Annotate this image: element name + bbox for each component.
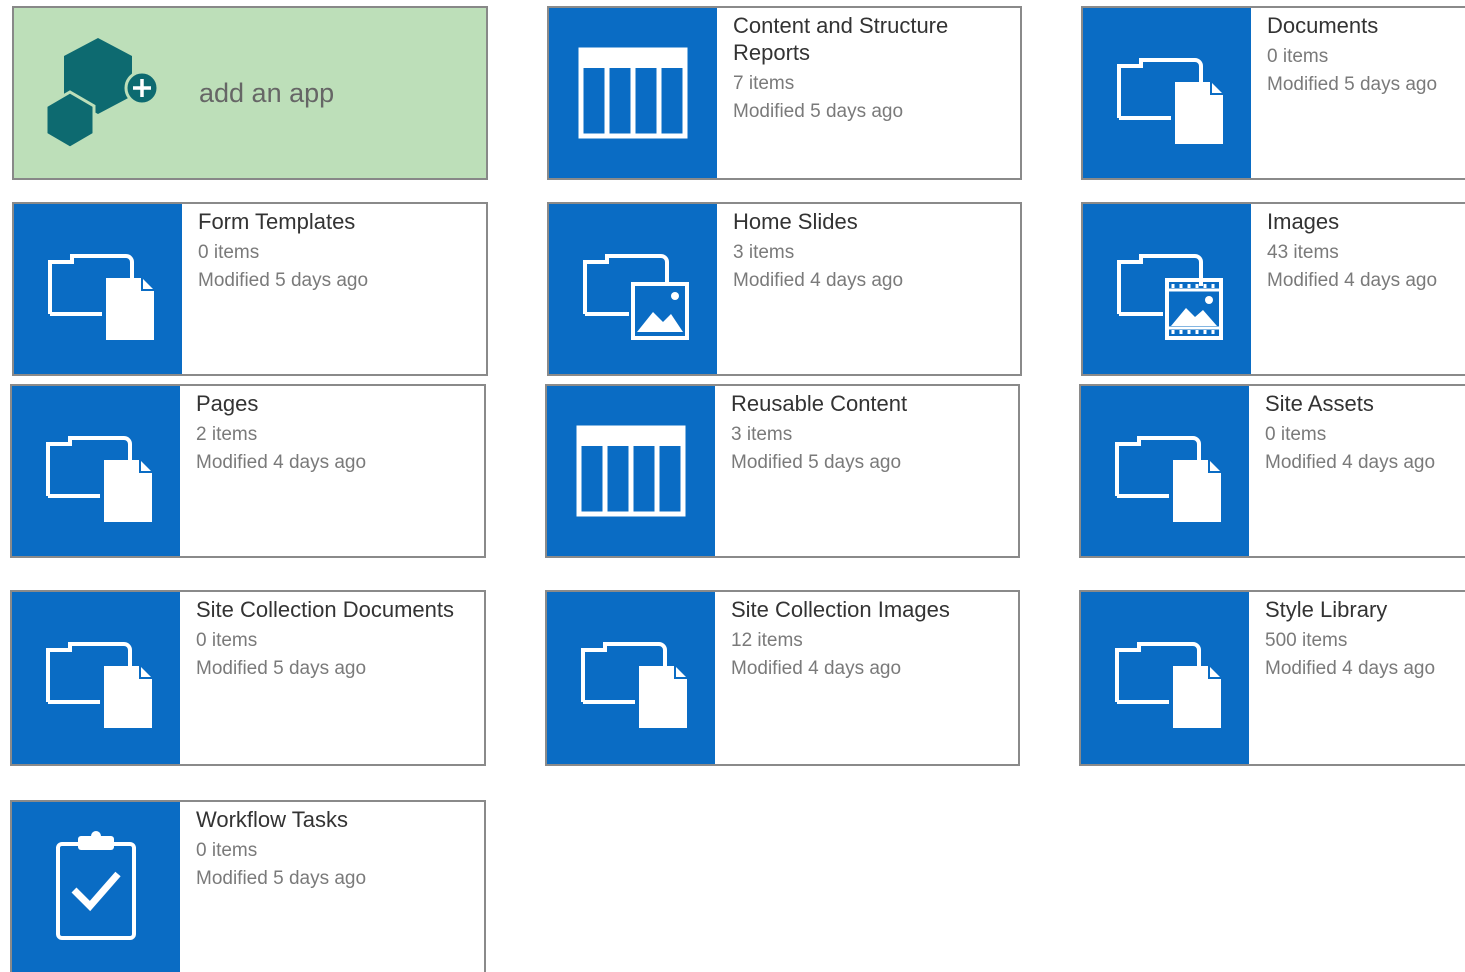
item-count: 43 items xyxy=(1267,242,1339,263)
task-list-icon xyxy=(12,802,180,970)
app-title[interactable]: Form Templates xyxy=(198,208,478,235)
document-library-icon xyxy=(14,204,182,372)
item-count: 0 items xyxy=(1265,424,1327,445)
item-count: 0 items xyxy=(198,242,260,263)
add-app-icon xyxy=(44,38,160,150)
app-title[interactable]: Home Slides xyxy=(733,208,1012,235)
item-count: 0 items xyxy=(1267,46,1329,67)
document-library-icon xyxy=(12,386,180,554)
item-count: 3 items xyxy=(731,424,793,445)
item-count: 12 items xyxy=(731,630,803,651)
app-title[interactable]: Site Collection Images xyxy=(731,596,1010,623)
app-tile-workflow-tasks[interactable]: Workflow Tasks 0 items Modified 5 days a… xyxy=(10,800,486,972)
app-tile-content-and-structure-reports[interactable]: Content and Structure Reports 7 items Mo… xyxy=(547,6,1022,180)
item-count: 2 items xyxy=(196,424,258,445)
modified-date: Modified 4 days ago xyxy=(1265,452,1436,473)
document-library-icon xyxy=(1081,592,1249,760)
app-tile-form-templates[interactable]: Form Templates 0 items Modified 5 days a… xyxy=(12,202,488,376)
app-tile-site-assets[interactable]: Site Assets 0 items Modified 4 days ago xyxy=(1079,384,1465,558)
app-title[interactable]: Site Collection Documents xyxy=(196,596,476,623)
list-icon xyxy=(549,8,717,176)
app-tile-site-collection-images[interactable]: Site Collection Images 12 items Modified… xyxy=(545,590,1020,766)
asset-library-icon xyxy=(1083,204,1251,372)
modified-date: Modified 4 days ago xyxy=(1267,270,1438,291)
add-app-label: add an app xyxy=(199,78,335,108)
app-tile-site-collection-documents[interactable]: Site Collection Documents 0 items Modifi… xyxy=(10,590,486,766)
list-icon xyxy=(547,386,715,554)
document-library-icon xyxy=(12,592,180,760)
item-count: 0 items xyxy=(196,840,258,861)
modified-date: Modified 5 days ago xyxy=(196,868,367,889)
app-title[interactable]: Pages xyxy=(196,390,476,417)
app-title[interactable]: Content and Structure Reports xyxy=(733,12,1012,66)
document-library-icon xyxy=(1081,386,1249,554)
app-tile-home-slides[interactable]: Home Slides 3 items Modified 4 days ago xyxy=(547,202,1022,376)
modified-date: Modified 5 days ago xyxy=(731,452,902,473)
item-count: 3 items xyxy=(733,242,795,263)
app-tile-style-library[interactable]: Style Library 500 items Modified 4 days … xyxy=(1079,590,1465,766)
item-count: 500 items xyxy=(1265,630,1348,651)
app-tile-images[interactable]: Images 43 items Modified 4 days ago xyxy=(1081,202,1465,376)
item-count: 0 items xyxy=(196,630,258,651)
item-count: 7 items xyxy=(733,73,795,94)
modified-date: Modified 5 days ago xyxy=(196,658,367,679)
modified-date: Modified 4 days ago xyxy=(731,658,902,679)
document-library-icon xyxy=(547,592,715,760)
modified-date: Modified 4 days ago xyxy=(1265,658,1436,679)
modified-date: Modified 5 days ago xyxy=(1267,74,1438,95)
picture-library-icon xyxy=(549,204,717,372)
app-title[interactable]: Reusable Content xyxy=(731,390,1010,417)
modified-date: Modified 4 days ago xyxy=(733,270,904,291)
app-tile-pages[interactable]: Pages 2 items Modified 4 days ago xyxy=(10,384,486,558)
modified-date: Modified 5 days ago xyxy=(733,101,904,122)
app-title[interactable]: Workflow Tasks xyxy=(196,806,476,833)
modified-date: Modified 4 days ago xyxy=(196,452,367,473)
app-tile-documents[interactable]: Documents 0 items Modified 5 days ago xyxy=(1081,6,1465,180)
app-title[interactable]: Style Library xyxy=(1265,596,1457,623)
app-title[interactable]: Site Assets xyxy=(1265,390,1457,417)
modified-date: Modified 5 days ago xyxy=(198,270,369,291)
app-tile-reusable-content[interactable]: Reusable Content 3 items Modified 5 days… xyxy=(545,384,1020,558)
app-title[interactable]: Images xyxy=(1267,208,1457,235)
document-library-icon xyxy=(1083,8,1251,176)
app-title[interactable]: Documents xyxy=(1267,12,1457,39)
add-app-tile[interactable]: add an app xyxy=(12,6,488,180)
